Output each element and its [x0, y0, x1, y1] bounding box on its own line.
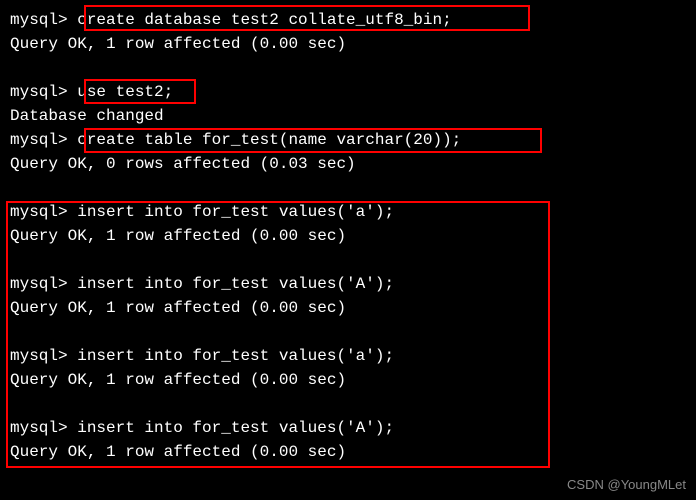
blank-line [10, 320, 686, 344]
command-line: mysql> insert into for_test values('a'); [10, 200, 686, 224]
output-line: Database changed [10, 104, 686, 128]
command-text: insert into for_test values('A'); [68, 419, 394, 437]
command-text: create table for_test(name varchar(20)); [68, 131, 462, 149]
command-line: mysql> create database test2 collate_utf… [10, 8, 686, 32]
output-line: Query OK, 1 row affected (0.00 sec) [10, 296, 686, 320]
command-line: mysql> insert into for_test values('A'); [10, 272, 686, 296]
output-line: Query OK, 0 rows affected (0.03 sec) [10, 152, 686, 176]
mysql-prompt: mysql> [10, 11, 68, 29]
command-line: mysql> create table for_test(name varcha… [10, 128, 686, 152]
watermark: CSDN @YoungMLet [567, 475, 686, 495]
command-text: insert into for_test values('a'); [68, 347, 394, 365]
output-line: Query OK, 1 row affected (0.00 sec) [10, 32, 686, 56]
command-line: mysql> insert into for_test values('a'); [10, 344, 686, 368]
command-line: mysql> insert into for_test values('A'); [10, 416, 686, 440]
command-text: insert into for_test values('A'); [68, 275, 394, 293]
command-text: create database test2 collate_utf8_bin; [68, 11, 452, 29]
command-text: insert into for_test values('a'); [68, 203, 394, 221]
blank-line [10, 248, 686, 272]
output-line: Query OK, 1 row affected (0.00 sec) [10, 224, 686, 248]
mysql-prompt: mysql> [10, 203, 68, 221]
command-line: mysql> use test2; [10, 80, 686, 104]
terminal-output: mysql> create database test2 collate_utf… [10, 8, 686, 464]
blank-line [10, 176, 686, 200]
mysql-prompt: mysql> [10, 419, 68, 437]
mysql-prompt: mysql> [10, 131, 68, 149]
output-line: Query OK, 1 row affected (0.00 sec) [10, 368, 686, 392]
mysql-prompt: mysql> [10, 275, 68, 293]
mysql-prompt: mysql> [10, 83, 68, 101]
command-text: use test2; [68, 83, 174, 101]
mysql-prompt: mysql> [10, 347, 68, 365]
blank-line [10, 392, 686, 416]
output-line: Query OK, 1 row affected (0.00 sec) [10, 440, 686, 464]
blank-line [10, 56, 686, 80]
